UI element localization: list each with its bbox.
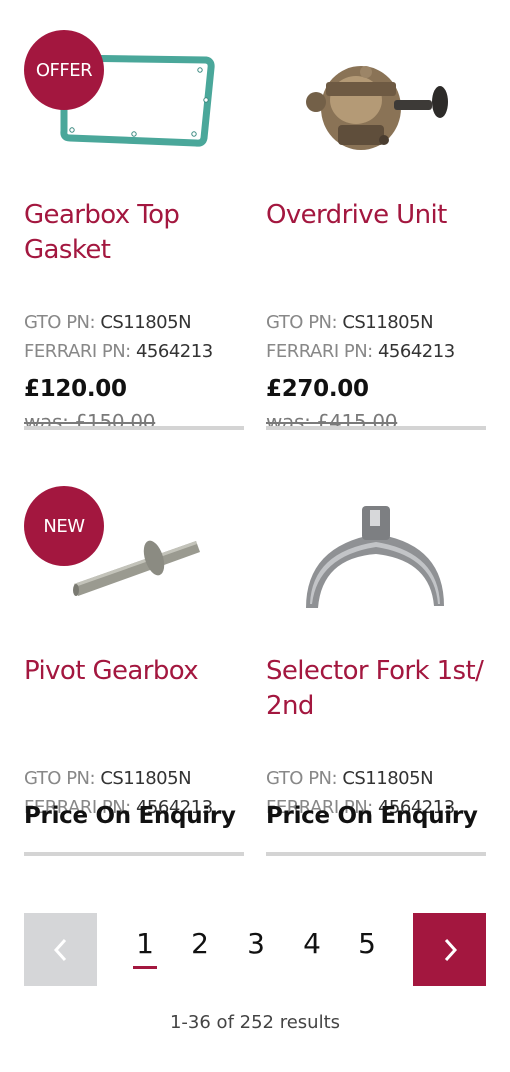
card-divider: [24, 426, 244, 430]
offer-badge: OFFER: [24, 30, 104, 110]
page-5-link[interactable]: 5: [352, 927, 382, 960]
chevron-right-icon: [444, 938, 457, 961]
product-price: £120.00: [24, 376, 127, 402]
product-title[interactable]: Overdrive Unit: [266, 198, 486, 233]
gto-part-number: GTO PN: CS11805N: [24, 312, 192, 333]
pagination: 1 2 3 4 5: [24, 913, 486, 986]
previous-page-button[interactable]: [24, 913, 97, 986]
product-image[interactable]: [266, 30, 486, 190]
product-image[interactable]: NEW: [24, 486, 244, 646]
product-title[interactable]: Gearbox Top Gasket: [24, 198, 244, 268]
results-count: 1-36 of 252 results: [169, 1012, 341, 1033]
ferrari-part-number: FERRARI PN: 4564213: [24, 341, 213, 362]
page-3-link[interactable]: 3: [241, 927, 271, 960]
price-on-enquiry: Price On Enquiry: [266, 803, 478, 829]
product-title[interactable]: Pivot Gearbox: [24, 654, 244, 689]
card-divider: [24, 852, 244, 856]
selector-fork-image: [306, 506, 444, 608]
chevron-left-icon: [53, 938, 66, 961]
product-card[interactable]: NEW Pivot Gearbox GTO PN: CS11805N FERRA…: [24, 486, 244, 856]
overdrive-unit-image: [306, 66, 448, 150]
product-image[interactable]: OFFER: [24, 30, 244, 190]
product-was-price: was: £150.00: [24, 410, 156, 434]
new-badge: NEW: [24, 486, 104, 566]
product-was-price: was: £415.00: [266, 410, 398, 434]
page-2-link[interactable]: 2: [185, 927, 215, 960]
gto-part-number: GTO PN: CS11805N: [266, 312, 434, 333]
product-image[interactable]: [266, 486, 486, 646]
next-page-button[interactable]: [413, 913, 486, 986]
product-price: £270.00: [266, 376, 369, 402]
product-card[interactable]: Selector Fork 1st/ 2nd GTO PN: CS11805N …: [266, 486, 486, 856]
price-on-enquiry: Price On Enquiry: [24, 803, 236, 829]
product-title[interactable]: Selector Fork 1st/ 2nd: [266, 654, 486, 724]
product-card[interactable]: OFFER Gearbox Top Gasket GTO PN: CS11805…: [24, 30, 244, 434]
product-card[interactable]: Overdrive Unit GTO PN: CS11805N FERRARI …: [266, 30, 486, 434]
card-divider: [266, 852, 486, 856]
ferrari-part-number: FERRARI PN: 4564213: [266, 341, 455, 362]
page-4-link[interactable]: 4: [297, 927, 327, 960]
card-divider: [266, 426, 486, 430]
page-1-link[interactable]: 1: [130, 927, 160, 969]
gto-part-number: GTO PN: CS11805N: [24, 768, 192, 789]
gto-part-number: GTO PN: CS11805N: [266, 768, 434, 789]
